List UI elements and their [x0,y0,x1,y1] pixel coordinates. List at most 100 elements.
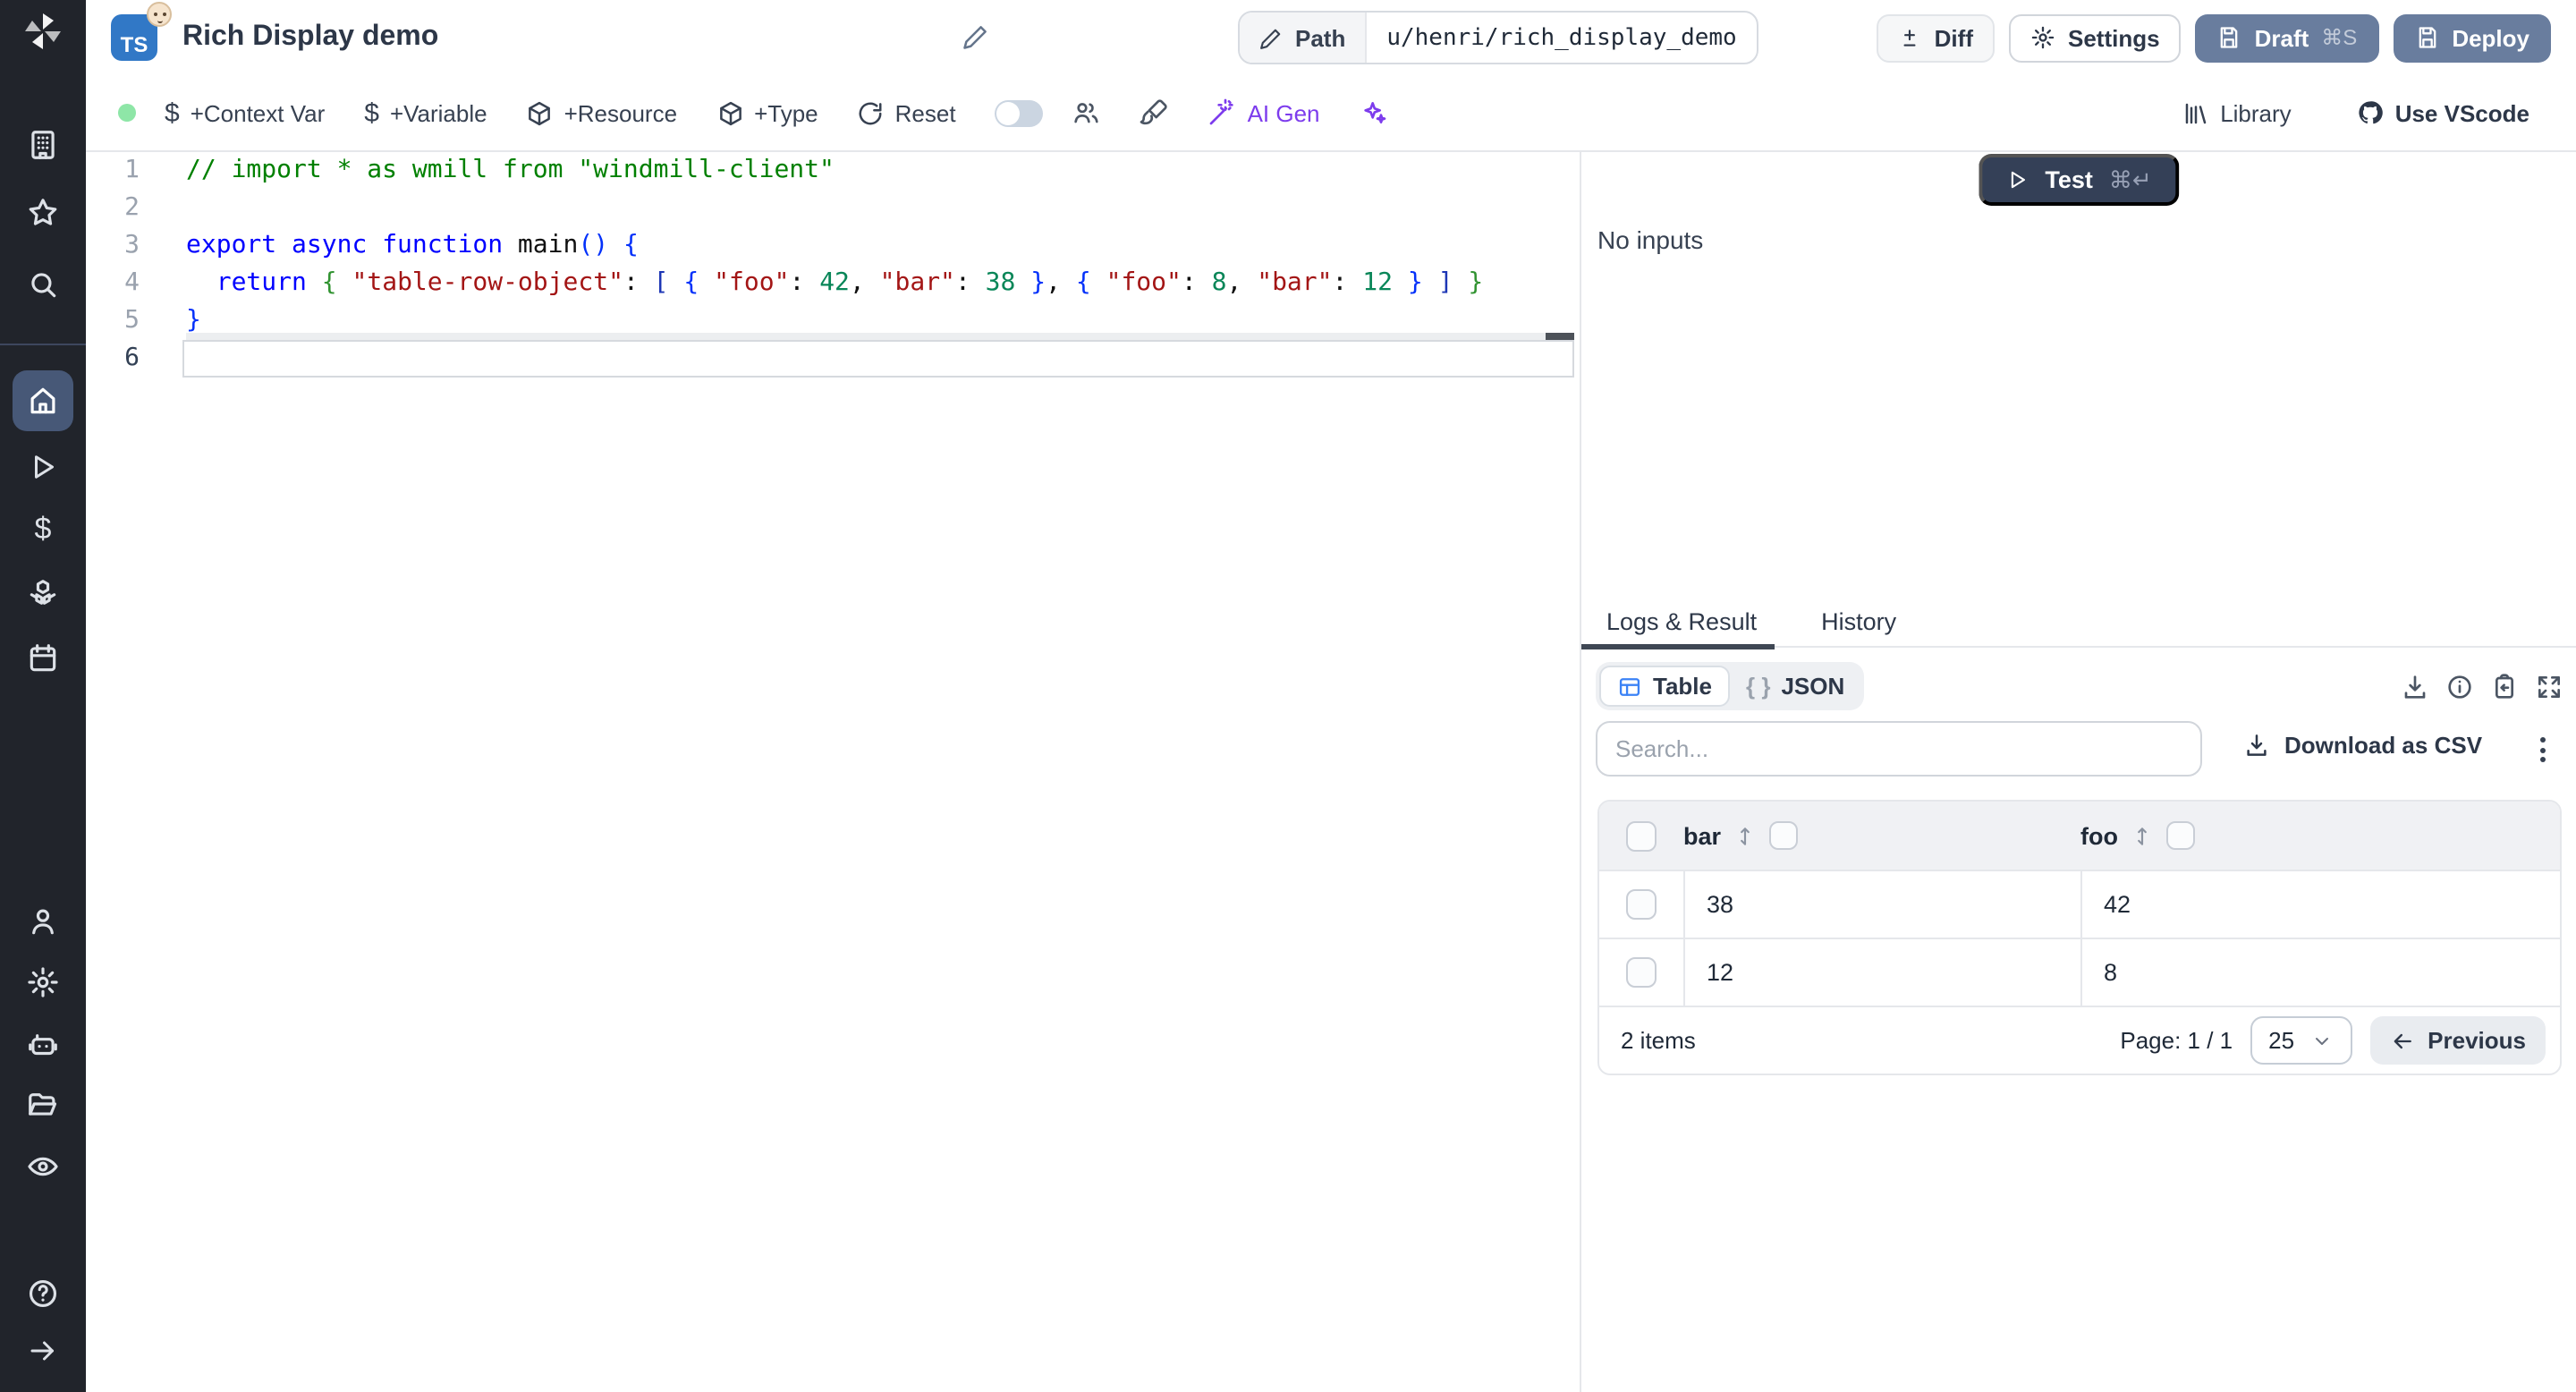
add-type-button[interactable]: +Type [716,99,818,126]
settings-button[interactable]: Settings [2009,13,2182,62]
editor-scrollbar[interactable] [186,333,1574,340]
expand-result-icon[interactable] [2535,673,2563,701]
line-number: 5 [124,306,140,335]
sidebar-item-folders[interactable] [26,1087,60,1121]
ai-gen-button[interactable]: AI Gen [1208,98,1320,127]
draft-button[interactable]: Draft ⌘S [2195,13,2379,62]
info-icon[interactable] [2445,673,2474,701]
workspace-building-icon[interactable] [26,128,60,162]
format-brush-button[interactable] [1140,98,1169,127]
use-vscode-button[interactable]: Use VScode [2356,98,2529,127]
edit-summary-pencil-icon[interactable] [962,23,989,50]
code-line[interactable]: 3 export async function main() { [86,227,1580,265]
baby-emoji [147,2,172,27]
collapse-sidebar-arrow-icon[interactable] [27,1335,59,1367]
windmill-logo-icon[interactable] [21,10,64,62]
sidebar-divider [0,344,86,345]
user-icon [32,909,54,935]
column-filter-checkbox[interactable] [1769,821,1799,850]
code-line[interactable]: 2 [86,190,1580,227]
draft-shortcut: ⌘S [2321,25,2358,50]
package-icon [529,100,551,125]
path-value[interactable]: u/henri/rich_display_demo [1367,13,1756,63]
sidebar-item-settings[interactable] [26,965,60,999]
no-inputs-text: No inputs [1597,225,1704,254]
test-button[interactable]: Test ⌘↵ [1979,154,2179,206]
column-header-bar[interactable]: bar [1683,821,2080,850]
result-actions [2401,673,2563,701]
table-footer: 2 items Page: 1 / 1 25 Previous [1599,1006,2560,1074]
diff-button[interactable]: Diff [1877,13,1995,62]
library-button[interactable]: Library [2182,99,2292,126]
tab-logs-result[interactable]: Logs & Result [1606,607,1757,634]
sidebar-item-home[interactable] [13,370,73,431]
add-resource-button[interactable]: +Resource [527,99,677,126]
page-indicator: Page: 1 / 1 [2120,1027,2233,1054]
select-all-checkbox[interactable] [1626,820,1657,851]
page-size-select[interactable]: 25 [2250,1016,2353,1065]
code-editor[interactable]: 1 // import * as wmill from "windmill-cli… [86,152,1580,1392]
result-tabbar: Logs & Result History [1581,596,2576,649]
favorites-star-icon[interactable] [26,196,60,230]
line-content [140,190,186,227]
view-table-button[interactable]: Table [1599,666,1730,707]
download-result-icon[interactable] [2401,673,2429,701]
sidebar-item-runs[interactable] [27,451,59,483]
add-variable-button[interactable]: $ +Variable [364,98,487,128]
deploy-button[interactable]: Deploy [2393,13,2551,62]
magic-wand-icon [1210,98,1234,125]
boxes-icon [30,580,56,605]
editor-toolbar: $ +Context Var $ +Variable +Resource +Ty… [86,75,2576,150]
sidebar-item-resources[interactable] [26,577,60,611]
reset-button[interactable]: Reset [858,99,956,126]
row-checkbox[interactable] [1626,889,1657,920]
multiplayer-toggle[interactable] [995,99,1044,126]
download-csv-button[interactable]: Download as CSV [2243,732,2482,759]
sidebar-item-variables[interactable]: $ [35,512,52,547]
help-icon[interactable] [26,1277,60,1311]
sidebar-item-schedules[interactable] [26,641,60,675]
column-filter-checkbox[interactable] [2166,821,2195,850]
table-menu-kebab-icon[interactable] [2526,734,2558,766]
github-icon [2359,101,2383,124]
previous-page-button[interactable]: Previous [2370,1016,2546,1065]
ai-sparkles-button[interactable] [1360,98,1388,127]
left-sidebar: $ [0,0,86,1392]
sidebar-item-audit[interactable] [26,1150,60,1184]
scrollbar-handle[interactable] [1546,333,1574,340]
home-icon [30,387,55,414]
table-icon [1619,677,1640,695]
code-line[interactable]: 4 return { "table-row-object": [ { "foo"… [86,265,1580,302]
sidebar-item-users[interactable] [26,904,60,938]
tab-history[interactable]: History [1821,607,1896,634]
toggle-knob [996,101,1021,124]
windmill-app: $ TS Rich Display demo Path u/henri/rich… [0,0,2576,1392]
collaborators-button[interactable] [1072,98,1101,127]
view-json-button[interactable]: { } JSON [1730,666,1860,707]
gear-icon [28,967,58,997]
line-number: 4 [124,268,140,297]
play-icon [35,455,54,479]
search-icon[interactable] [26,267,60,301]
dollar-icon: $ [165,98,180,128]
users-icon [1074,103,1099,123]
copy-result-icon[interactable] [2490,673,2519,701]
table-cell-foo: 8 [2080,939,2560,1006]
code-line[interactable]: 1 // import * as wmill from "windmill-cli… [86,152,1580,190]
add-context-var-button[interactable]: $ +Context Var [165,98,325,128]
table-row[interactable]: 38 42 [1599,870,2560,938]
arrow-left-icon [2394,1032,2412,1048]
bot-icon [29,1034,57,1056]
play-icon [2011,171,2025,189]
active-tab-underline [1581,644,1775,649]
table-row[interactable]: 12 8 [1599,938,2560,1006]
path-widget[interactable]: Path u/henri/rich_display_demo [1238,11,1758,64]
search-input[interactable] [1596,721,2202,777]
column-header-foo[interactable]: foo [2080,821,2560,850]
row-checkbox[interactable] [1626,957,1657,988]
sort-icon [2138,827,2147,845]
line-number: 6 [124,344,140,372]
sidebar-item-workers[interactable] [26,1028,60,1062]
save-icon [2418,27,2436,48]
main-area: TS Rich Display demo Path u/henri/rich_d… [86,0,2576,1392]
